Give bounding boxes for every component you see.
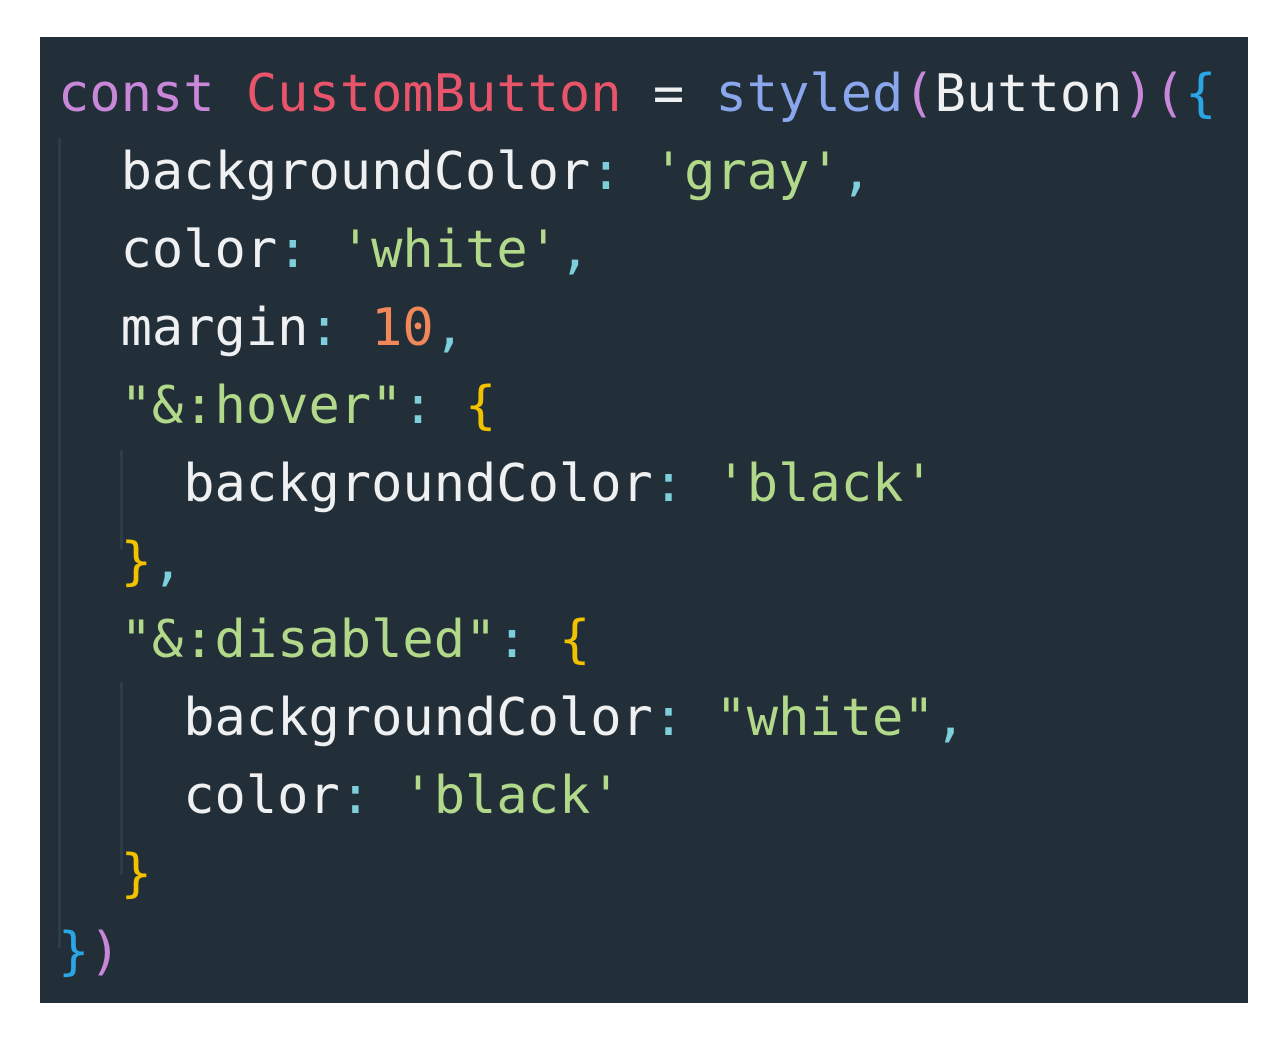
code-token-paren-outer: ( [903,64,935,124]
code-token-operator: = [652,64,685,124]
code-token-string: 'black' [402,766,622,826]
code-token-punct: : [339,766,372,826]
code-token-punct: : [496,610,528,670]
code-token-paren-outer: )( [1122,64,1186,124]
code-token-brace-outer: } [58,922,90,982]
code-token-string: 'gray' [652,142,841,202]
code-token-string: 'white' [339,220,559,280]
code-line: backgroundColor: 'gray', [58,133,872,211]
code-line: "&:hover": { [58,367,497,445]
code-line: const CustomButton = styled(Button)({ [58,55,1216,133]
code-token-plain: color [120,220,278,280]
code-token-punct: : [590,142,622,202]
code-token-plain: margin [120,298,309,358]
code-token-string: 'black' [715,454,935,514]
code-line: }) [58,913,121,991]
code-token-string: "&:hover" [120,376,403,436]
code-token-function: styled [715,64,904,124]
code-token-punct: : [277,220,309,280]
code-line: "&:disabled": { [58,601,591,679]
code-token-punct: : [652,454,685,514]
code-line: backgroundColor: 'black' [58,445,935,523]
code-line: color: 'black' [58,757,622,835]
code-token-punct: , [433,298,466,358]
code-token-plain: backgroundColor [120,142,591,202]
code-token-keyword: const [58,64,215,124]
code-token-string: "&:disabled" [120,610,497,670]
code-token-variable: CustomButton [245,64,622,124]
code-editor: const CustomButton = styled(Button)({ ba… [40,37,1248,1003]
code-token-plain: color [183,766,340,826]
code-token-brace-inner: { [558,610,591,670]
code-token-number: 10 [371,298,434,358]
code-token-punct: : [402,376,434,436]
code-token-punct: : [308,298,340,358]
code-line: } [58,835,152,913]
code-line: }, [58,523,184,601]
code-token-punct: , [151,532,184,592]
code-line: backgroundColor: "white", [58,679,966,757]
code-token-brace-inner: { [465,376,497,436]
code-token-punct: , [934,688,966,748]
code-token-plain: backgroundColor [183,454,653,514]
code-token-paren-outer: ) [89,922,121,982]
code-token-punct: : [652,688,685,748]
code-token-brace-outer: { [1185,64,1217,124]
code-token-punct: , [840,142,873,202]
code-token-punct: , [558,220,591,280]
code-line: color: 'white', [58,211,591,289]
code-token-plain: Button [934,64,1123,124]
code-token-brace-inner: } [120,532,152,592]
code-line: margin: 10, [58,289,465,367]
code-token-string: "white" [715,688,935,748]
code-token-brace-inner: } [120,844,152,904]
code-token-plain: backgroundColor [183,688,653,748]
